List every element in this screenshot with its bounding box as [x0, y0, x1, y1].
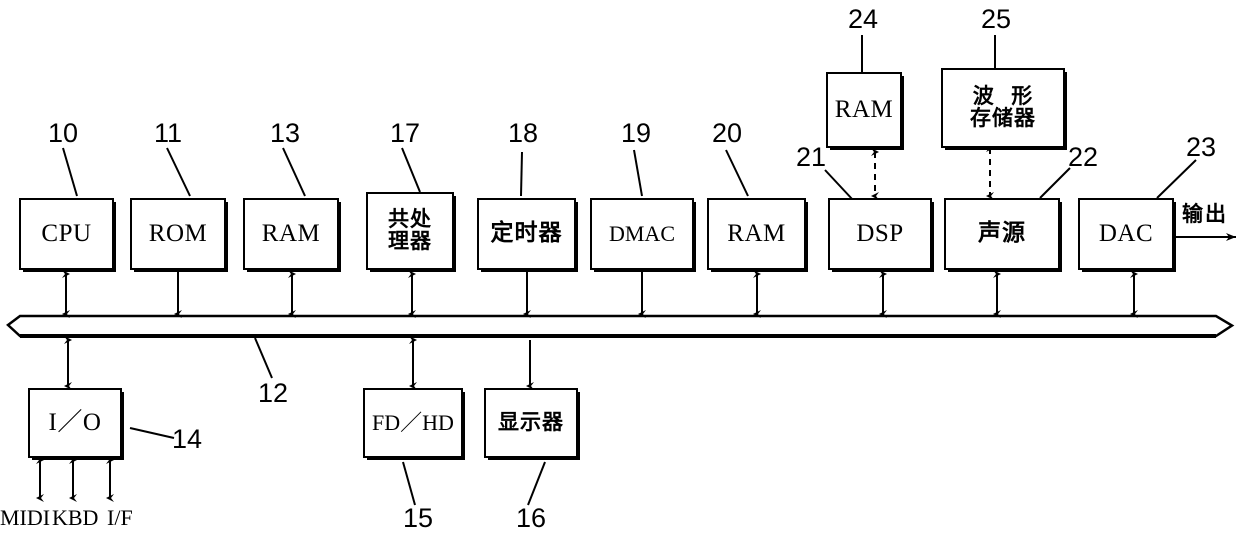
ref-number-25: 25 [981, 4, 1012, 34]
node-cpu: CPU [19, 198, 114, 270]
ref-number-15: 15 [403, 503, 434, 533]
node-coprocessor-label-0: 共处 [388, 207, 432, 232]
node-fd-hd-label-0: FD／HD [372, 409, 454, 435]
ref-number-19: 19 [621, 118, 652, 148]
node-io-label-0: I／O [48, 409, 102, 436]
io-port-label-midi: MIDI [0, 505, 51, 530]
node-dmac-label-0: DMAC [608, 220, 675, 246]
node-io: I／O [28, 388, 122, 458]
node-ram20-label-0: RAM [727, 220, 786, 247]
ref-number-24: 24 [848, 4, 879, 34]
node-timer-label-0: 定时器 [490, 220, 563, 247]
node-dsp-label-0: DSP [856, 220, 904, 247]
node-rom: ROM [130, 198, 226, 270]
ref-number-23: 23 [1186, 132, 1217, 162]
node-display-label-0: 显示器 [498, 410, 564, 435]
ref-number-11: 11 [154, 118, 183, 148]
node-cpu-label-0: CPU [41, 220, 92, 247]
node-dsp: DSP [828, 198, 932, 270]
node-dac-label-0: DAC [1098, 220, 1154, 247]
node-dac: DAC [1078, 198, 1174, 270]
ref-number-14: 14 [172, 424, 203, 454]
ref-number-17: 17 [390, 118, 421, 148]
node-ram20: RAM [707, 198, 806, 270]
io-port-label-kbd: KBD [52, 505, 99, 530]
ref-number-18: 18 [508, 118, 539, 148]
node-ram24-label-0: RAM [834, 96, 894, 123]
patent-figure: RAM 波 形 存储器 CPU ROM RAM 共处 理器 定时器 DMAC R… [0, 0, 1240, 534]
ref-number-22: 22 [1068, 142, 1099, 172]
node-display: 显示器 [484, 388, 578, 458]
node-tone-generator: 声源 [944, 198, 1060, 270]
ref-number-21: 21 [796, 142, 827, 172]
node-ram13-label-0: RAM [261, 220, 321, 247]
io-port-label-if: I/F [107, 505, 133, 530]
output-label: 输出 [1182, 202, 1228, 226]
node-timer: 定时器 [477, 198, 576, 270]
ref-number-12: 12 [258, 378, 289, 408]
node-rom-label-0: ROM [148, 220, 208, 247]
node-ram13: RAM [243, 198, 339, 270]
node-waveform-memory: 波 形 存储器 [941, 68, 1065, 148]
node-dmac: DMAC [590, 198, 694, 270]
node-ram24: RAM [826, 72, 902, 148]
node-waveform-memory-label-1: 存储器 [970, 106, 1036, 130]
ref-number-10: 10 [48, 118, 79, 148]
node-coprocessor-label-1: 理器 [388, 229, 432, 253]
node-coprocessor: 共处 理器 [366, 192, 454, 270]
node-fd-hd: FD／HD [363, 388, 463, 458]
node-tone-generator-label-0: 声源 [978, 220, 1026, 247]
ref-number-20: 20 [712, 118, 743, 148]
ref-number-16: 16 [516, 503, 547, 533]
node-waveform-memory-label-0: 波 形 [972, 84, 1034, 109]
ref-number-13: 13 [270, 118, 301, 148]
